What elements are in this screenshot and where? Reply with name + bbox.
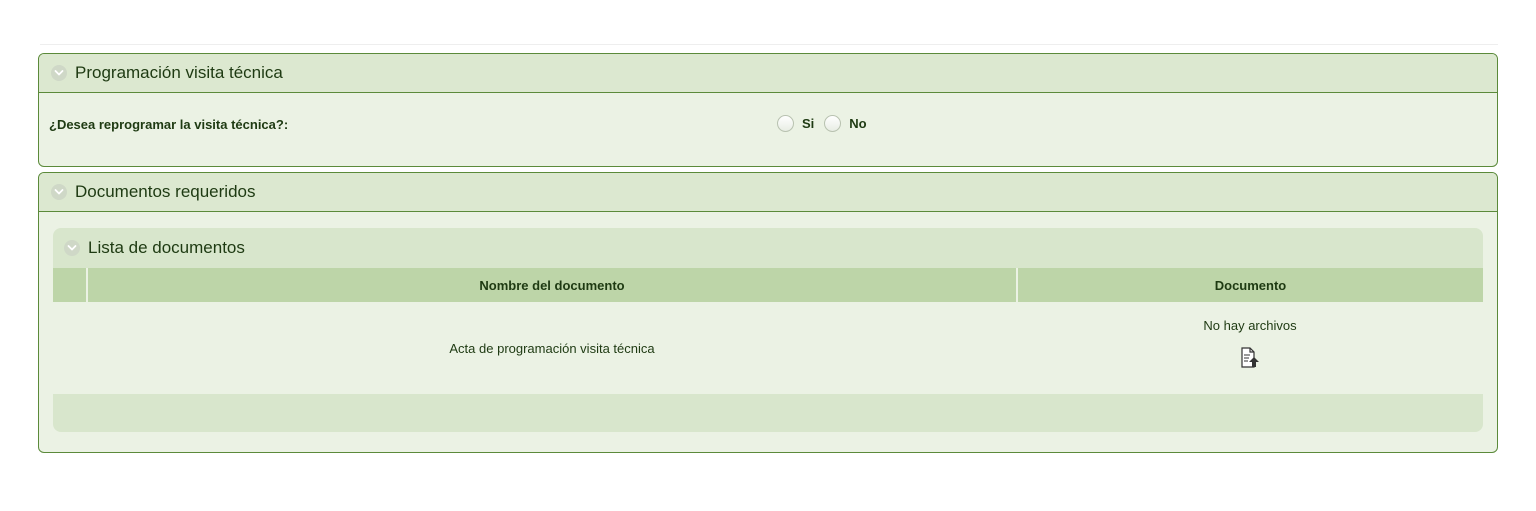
radio-si-label[interactable]: Si — [802, 116, 814, 131]
table-header-row: Nombre del documento Documento — [53, 268, 1483, 302]
document-status: No hay archivos — [1203, 318, 1297, 333]
radio-no[interactable] — [824, 115, 842, 132]
documentos-table: Nombre del documento Documento Acta de p… — [53, 268, 1483, 394]
visita-panel-header[interactable]: Programación visita técnica — [39, 54, 1497, 93]
table-row: Acta de programación visita técnica No h… — [53, 302, 1483, 394]
visita-panel: Programación visita técnica ¿Desea repro… — [38, 53, 1498, 167]
chevron-down-icon[interactable] — [51, 184, 67, 200]
lista-documentos-title: Lista de documentos — [88, 238, 245, 257]
reprogramar-row: ¿Desea reprogramar la visita técnica?: S… — [39, 93, 1497, 163]
table-cell-select — [53, 302, 87, 394]
file-upload-icon[interactable] — [1240, 347, 1260, 372]
lista-documentos-header[interactable]: Lista de documentos — [53, 228, 1483, 268]
chevron-down-icon[interactable] — [51, 65, 67, 81]
table-header-nombre: Nombre del documento — [87, 268, 1018, 302]
radio-si[interactable] — [777, 115, 794, 132]
document-name: Acta de programación visita técnica — [87, 302, 1017, 394]
chevron-down-icon[interactable] — [64, 240, 80, 256]
documentos-panel: Documentos requeridos Lista de documento… — [38, 172, 1498, 453]
top-divider — [40, 44, 1498, 45]
reprogramar-question: ¿Desea reprogramar la visita técnica?: — [49, 117, 289, 132]
documentos-panel-header[interactable]: Documentos requeridos — [39, 173, 1497, 212]
lista-documentos-subpanel: Lista de documentos Nombre del documento… — [53, 228, 1483, 432]
table-header-select — [53, 268, 88, 302]
documentos-panel-title: Documentos requeridos — [75, 182, 256, 201]
reprogramar-radio-group: Si No — [777, 115, 877, 132]
visita-panel-title: Programación visita técnica — [75, 63, 283, 82]
radio-no-label[interactable]: No — [849, 116, 866, 131]
table-header-documento: Documento — [1017, 268, 1483, 302]
document-cell: No hay archivos — [1017, 302, 1483, 394]
